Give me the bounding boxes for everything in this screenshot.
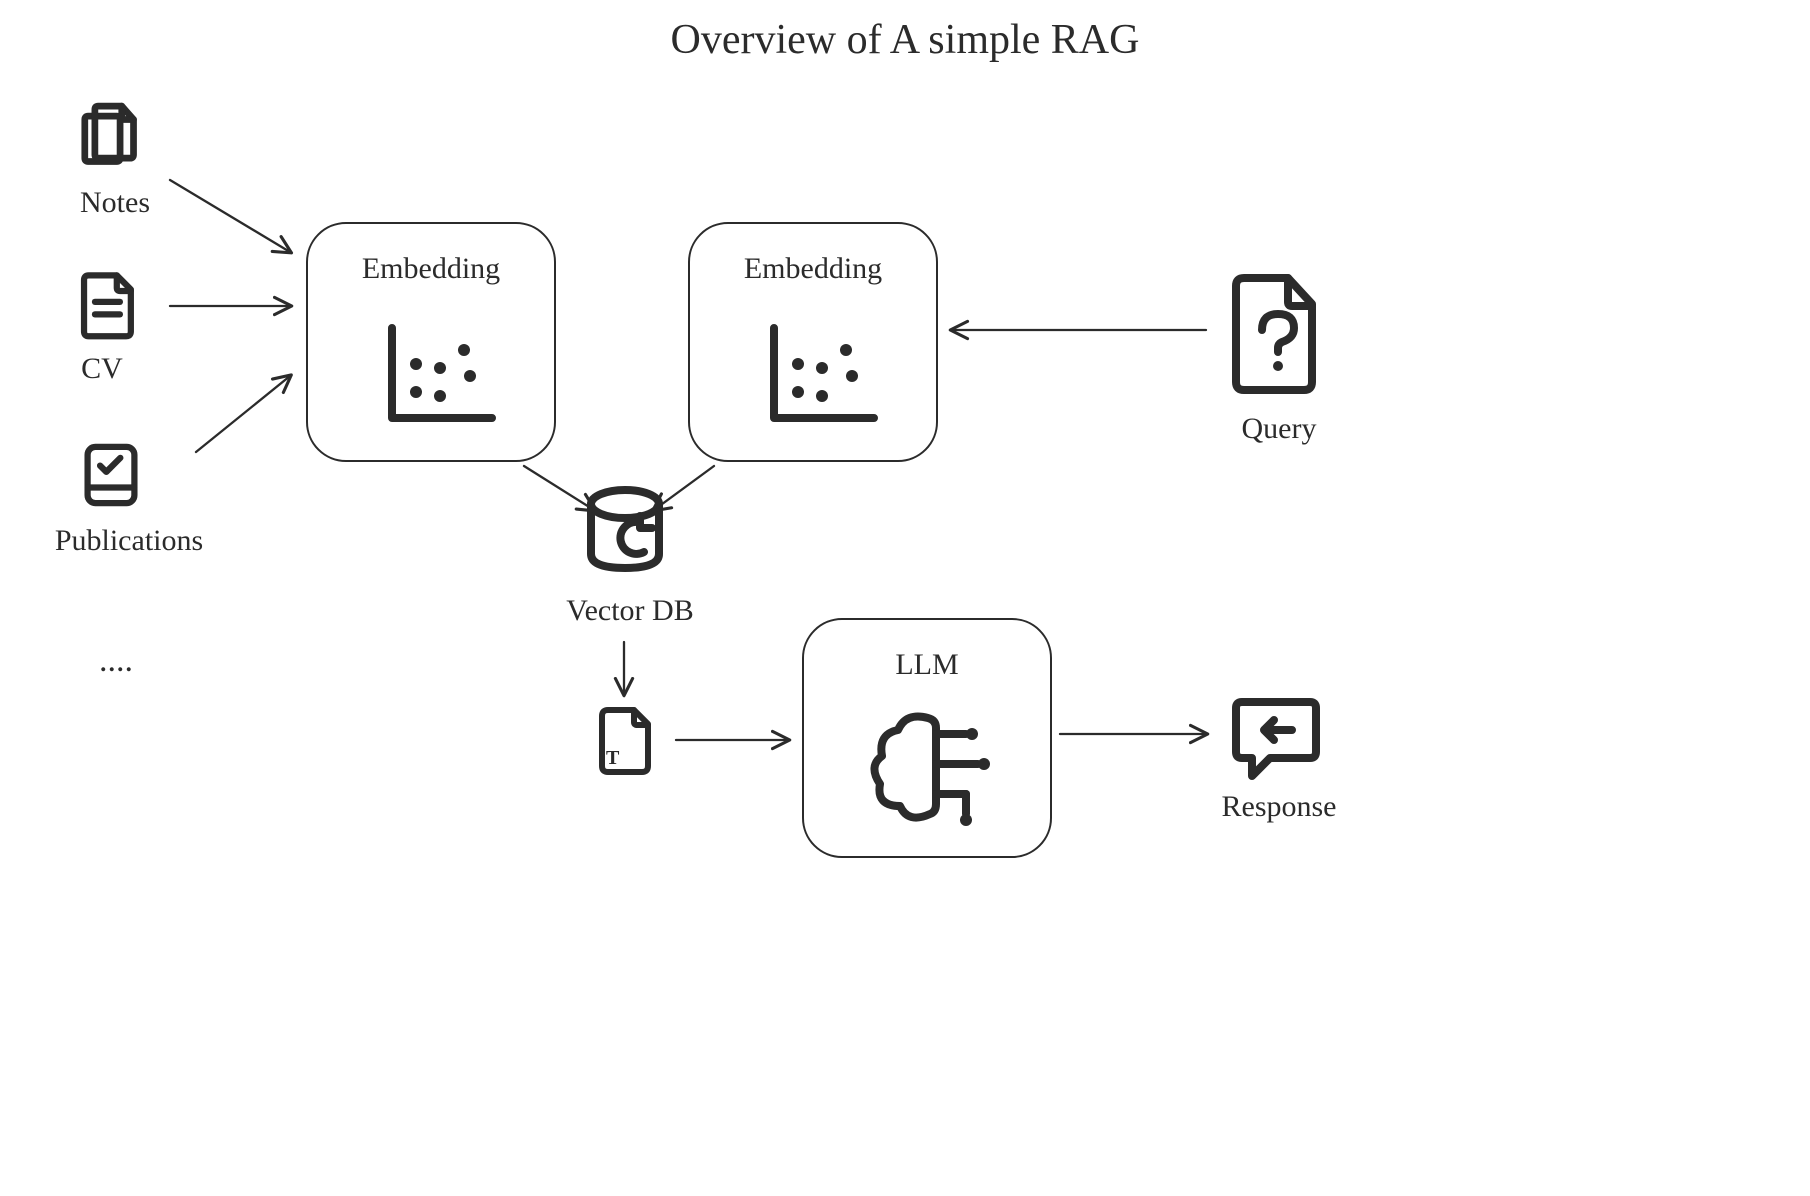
embedding-left-label: Embedding bbox=[308, 252, 554, 286]
response-label: Response bbox=[1204, 790, 1354, 824]
vector-db-icon bbox=[570, 480, 680, 590]
query-icon bbox=[1222, 268, 1332, 398]
embedding-box-left: Embedding bbox=[306, 222, 556, 462]
response-icon bbox=[1226, 686, 1326, 786]
embedding-box-right: Embedding bbox=[688, 222, 938, 462]
brain-circuit-icon bbox=[858, 698, 1008, 838]
llm-label: LLM bbox=[804, 648, 1050, 682]
diagram-canvas: Overview of A simple RAG Notes CV Public… bbox=[0, 0, 1810, 1196]
embedding-right-label: Embedding bbox=[690, 252, 936, 286]
query-label: Query bbox=[1224, 412, 1334, 446]
publications-icon bbox=[72, 436, 150, 514]
publications-label: Publications bbox=[44, 524, 214, 558]
llm-box: LLM bbox=[802, 618, 1052, 858]
more-sources-label: .... bbox=[86, 642, 146, 680]
notes-label: Notes bbox=[60, 186, 170, 220]
vector-db-label: Vector DB bbox=[540, 594, 720, 628]
scatter-chart-icon bbox=[374, 318, 504, 438]
diagram-title: Overview of A simple RAG bbox=[0, 16, 1810, 64]
template-file-icon: T bbox=[590, 702, 660, 780]
svg-text:T: T bbox=[606, 747, 620, 769]
cv-icon bbox=[70, 266, 148, 344]
cv-label: CV bbox=[72, 352, 132, 386]
scatter-chart-icon bbox=[756, 318, 886, 438]
notes-icon bbox=[68, 96, 152, 180]
arrows-layer bbox=[0, 0, 1810, 1196]
